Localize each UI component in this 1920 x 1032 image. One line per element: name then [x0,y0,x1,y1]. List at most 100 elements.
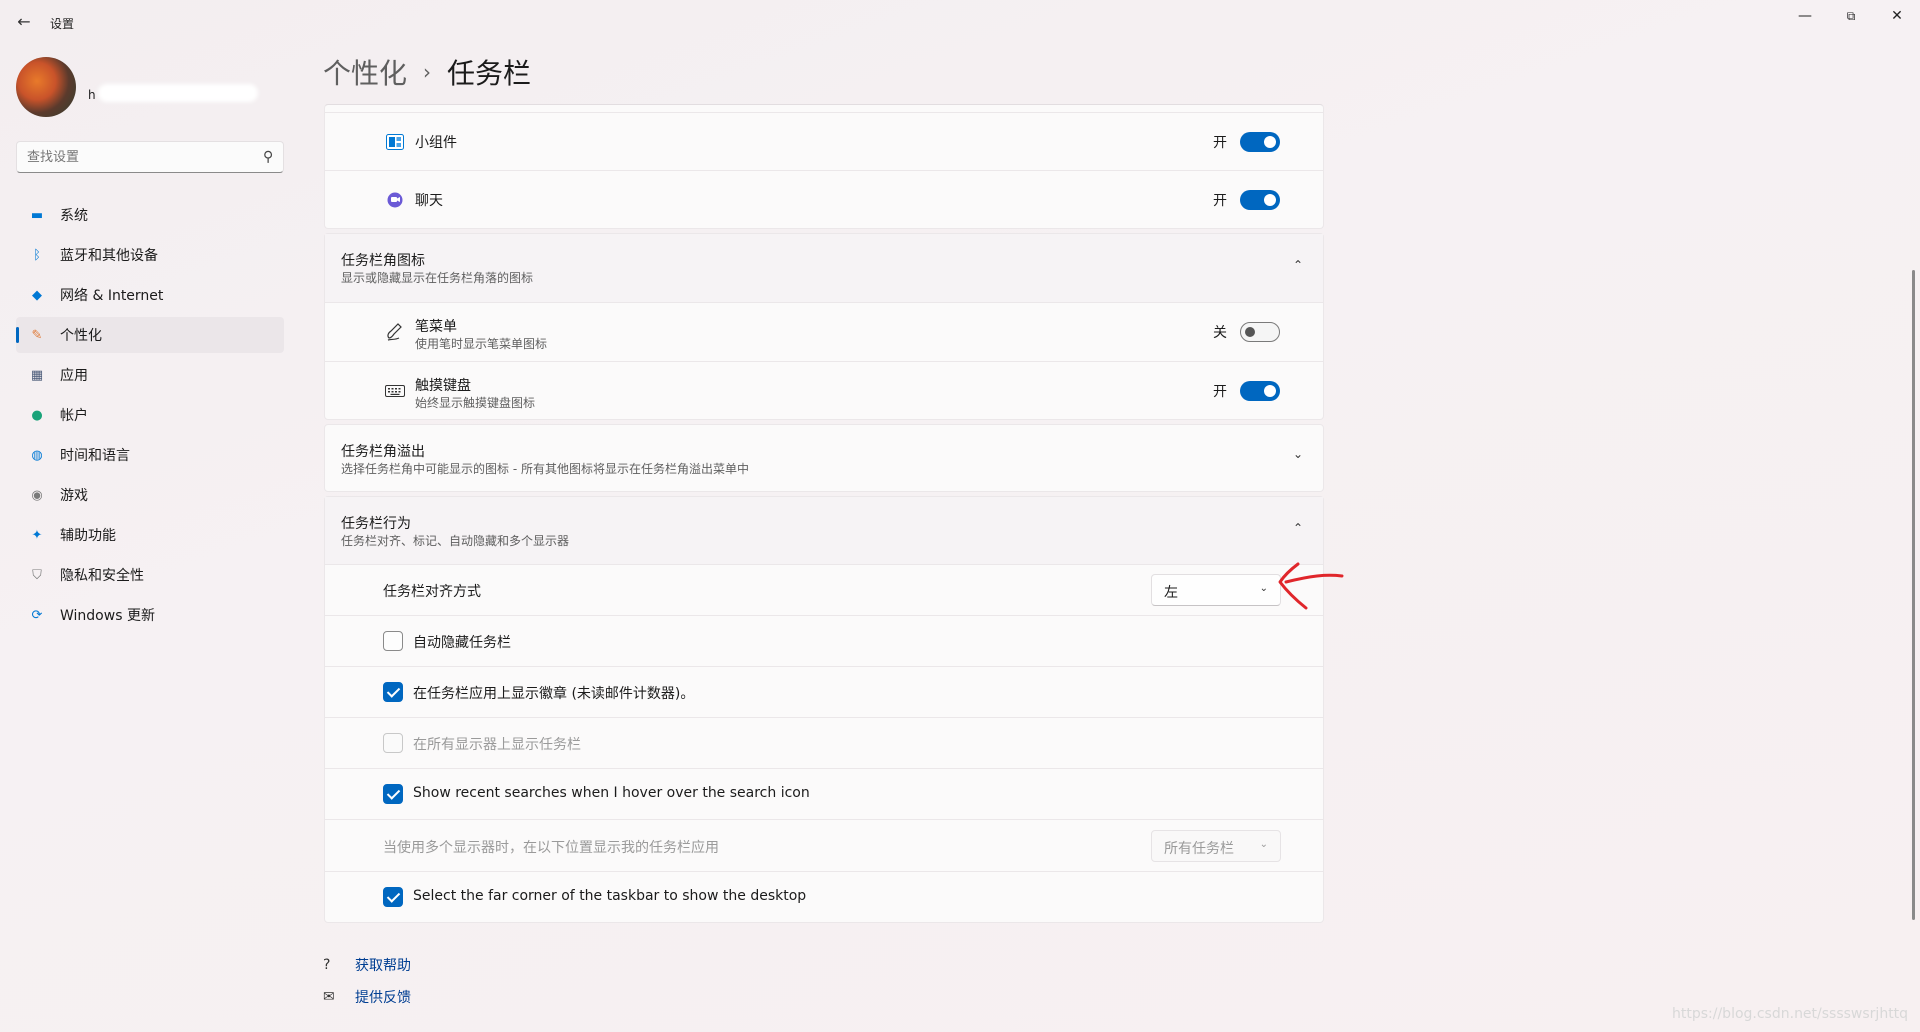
collapse-chevron-icon[interactable]: ⌃ [1293,521,1303,535]
sidebar-item-label: 网络 & Internet [60,288,164,304]
accessibility-icon: ✦ [31,527,43,543]
sidebar-item-label: 应用 [60,368,88,384]
sidebar-item-label: 系统 [60,208,88,224]
pen-menu-row: 笔菜单 使用笔时显示笔菜单图标 关 [325,302,1323,361]
sidebar-item-1[interactable]: ᛒ 蓝牙和其他设备 [16,237,284,273]
title-bar: ← 设置 — ⧉ ✕ [0,0,1920,46]
redacted-name-blur [98,84,258,102]
close-button[interactable]: ✕ [1874,0,1920,32]
user-profile[interactable]: h [16,57,258,117]
far-corner-label: Select the far corner of the taskbar to … [413,888,807,904]
brush-icon: ✎ [31,327,43,343]
corner-icons-header[interactable]: 任务栏角图标 显示或隐藏显示在任务栏角落的图标 ⌃ [325,234,1323,302]
sidebar-item-label: 隐私和安全性 [60,568,144,584]
sidebar-item-label: 时间和语言 [60,448,130,464]
pen-menu-label: 笔菜单 [415,319,457,335]
widgets-toggle[interactable] [1240,132,1280,152]
apps-icon: ▦ [30,367,44,383]
expand-chevron-icon[interactable]: ⌄ [1293,447,1303,461]
person-icon: ● [31,407,43,423]
help-icon: ? [323,957,331,973]
get-help-link[interactable]: ? 获取帮助 [323,954,411,976]
pen-menu-toggle-state: 关 [1213,325,1227,341]
alignment-dropdown[interactable]: 左 ⌄ [1151,574,1281,606]
sidebar-item-4[interactable]: ▦ 应用 [16,357,284,393]
get-help-label: 获取帮助 [355,958,411,974]
sidebar-item-2[interactable]: ◆ 网络 & Internet [16,277,284,313]
profile-name: h [88,88,96,102]
taskbar-behaviors-header[interactable]: 任务栏行为 任务栏对齐、标记、自动隐藏和多个显示器 ⌃ [325,497,1323,564]
sidebar-item-10[interactable]: ⟳ Windows 更新 [16,597,284,633]
sidebar-item-label: 游戏 [60,488,88,504]
sidebar-item-0[interactable]: ▬ 系统 [16,197,284,233]
gamepad-icon: ◉ [31,487,43,503]
recent-searches-checkbox[interactable] [383,784,403,804]
alignment-value: 左 [1164,585,1178,601]
breadcrumb: 个性化 › 任务栏 [323,52,531,92]
breadcrumb-separator-icon: › [423,60,432,84]
settings-search-box[interactable]: ⚲ [16,141,284,173]
sidebar-item-9[interactable]: ⛉ 隐私和安全性 [16,557,284,593]
chat-toggle[interactable] [1240,190,1280,210]
all-displays-label: 在所有显示器上显示任务栏 [413,737,581,753]
taskbar-behaviors-title: 任务栏行为 [341,516,411,532]
multi-display-dropdown: 所有任务栏 ⌄ [1151,830,1281,862]
auto-hide-checkbox[interactable] [383,631,403,651]
recent-searches-row: Show recent searches when I hover over t… [325,768,1323,819]
give-feedback-link[interactable]: ✉ 提供反馈 [323,986,411,1008]
shield-icon: ⛉ [32,567,42,583]
auto-hide-label: 自动隐藏任务栏 [413,635,511,651]
chat-row: 聊天 开 [325,170,1323,228]
page-title: 任务栏 [447,57,532,90]
breadcrumb-parent[interactable]: 个性化 [323,52,407,92]
sidebar-nav: ▬ 系统 ᛒ 蓝牙和其他设备 ◆ 网络 & Internet ✎ 个性化 ▦ 应用 ● 帐户 ◍ 时间和语… [16,197,284,637]
badges-checkbox[interactable] [383,682,403,702]
far-corner-row: Select the far corner of the taskbar to … [325,871,1323,922]
alignment-label: 任务栏对齐方式 [383,584,481,600]
sidebar-item-label: Windows 更新 [60,608,155,624]
monitor-icon: ▬ [30,207,44,223]
auto-hide-row: 自动隐藏任务栏 [325,615,1323,666]
sidebar-item-label: 辅助功能 [60,528,116,544]
pen-menu-toggle[interactable] [1240,322,1280,342]
sidebar-item-7[interactable]: ◉ 游戏 [16,477,284,513]
far-corner-checkbox[interactable] [383,887,403,907]
alignment-row: 任务栏对齐方式 左 ⌄ [325,564,1323,615]
touch-keyboard-toggle[interactable] [1240,381,1280,401]
taskbar-behaviors-subtitle: 任务栏对齐、标记、自动隐藏和多个显示器 [341,534,570,548]
multi-display-label: 当使用多个显示器时，在以下位置显示我的任务栏应用 [383,840,719,856]
keyboard-icon [385,381,405,401]
sidebar-item-label: 蓝牙和其他设备 [60,248,158,264]
corner-overflow-card[interactable]: 任务栏角溢出 选择任务栏角中可能显示的图标 - 所有其他图标将显示在任务栏角溢出… [324,424,1324,492]
widgets-row: 小组件 开 [325,112,1323,170]
annotation-arrow-icon [1276,560,1346,616]
taskbar-items-card: 小组件 开 聊天 开 [324,104,1324,229]
bluetooth-icon: ᛒ [33,247,41,263]
sidebar-item-6[interactable]: ◍ 时间和语言 [16,437,284,473]
widgets-icon [385,132,405,152]
restore-button[interactable]: ⧉ [1828,0,1874,32]
corner-overflow-header[interactable]: 任务栏角溢出 选择任务栏角中可能显示的图标 - 所有其他图标将显示在任务栏角溢出… [325,425,1323,491]
search-icon[interactable]: ⚲ [263,149,273,165]
chat-label: 聊天 [415,193,443,209]
window-title: 设置 [50,17,75,31]
multi-display-row: 当使用多个显示器时，在以下位置显示我的任务栏应用 所有任务栏 ⌄ [325,819,1323,871]
sidebar-item-3[interactable]: ✎ 个性化 [16,317,284,353]
multi-display-value: 所有任务栏 [1164,841,1234,857]
search-input[interactable] [17,142,247,172]
back-arrow-icon[interactable]: ← [14,12,34,32]
minimize-button[interactable]: — [1782,0,1828,32]
collapse-chevron-icon[interactable]: ⌃ [1293,258,1303,272]
footer-links: ? 获取帮助 ✉ 提供反馈 [323,954,411,1018]
sidebar-item-5[interactable]: ● 帐户 [16,397,284,433]
sidebar-item-8[interactable]: ✦ 辅助功能 [16,517,284,553]
widgets-label: 小组件 [415,135,457,151]
sidebar-item-label: 个性化 [60,328,102,344]
avatar [16,57,76,117]
corner-icons-card: 任务栏角图标 显示或隐藏显示在任务栏角落的图标 ⌃ 笔菜单 使用笔时显示笔菜单图… [324,233,1324,420]
scrollbar[interactable] [1912,270,1915,920]
update-icon: ⟳ [31,607,43,623]
card-top-edge [325,105,1323,112]
globe-clock-icon: ◍ [31,447,43,463]
touch-keyboard-subtitle: 始终显示触摸键盘图标 [415,396,536,410]
